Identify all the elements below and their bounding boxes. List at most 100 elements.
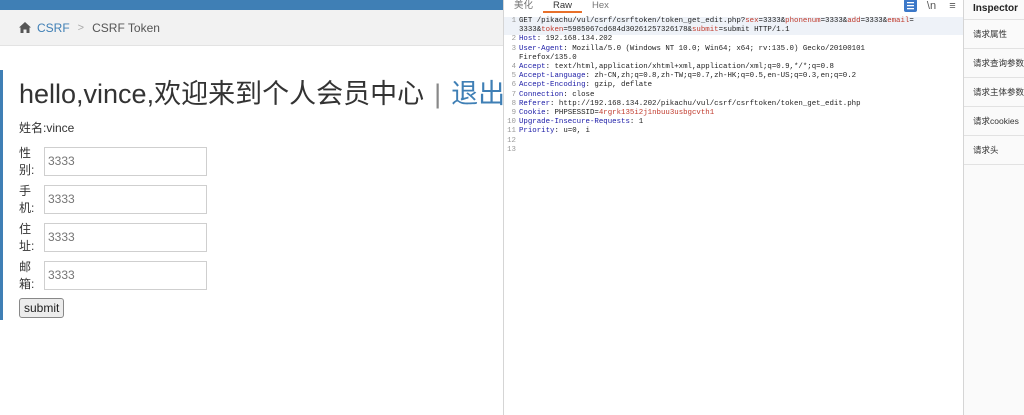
code-token: email xyxy=(887,17,910,25)
code-line: 6 Accept-Encoding: gzip, deflate xyxy=(504,81,963,90)
menu-icon[interactable]: ≡ xyxy=(946,0,959,12)
field-input[interactable] xyxy=(44,222,207,252)
line-number: 7 xyxy=(511,90,516,99)
code-token: Upgrade-Insecure-Requests xyxy=(519,118,630,127)
code-token: submit xyxy=(692,26,719,35)
name-display: 姓名:vince xyxy=(19,121,75,135)
line-text: User-Agent: Mozilla/5.0 (Windows NT 10.0… xyxy=(519,45,865,54)
line-number: 5 xyxy=(511,72,516,81)
form-field-row: 性别: xyxy=(19,146,503,177)
code-line: 2 Host: 192.168.134.202 xyxy=(504,35,963,44)
code-line: 4 Accept: text/html,application/xhtml+xml… xyxy=(504,63,963,72)
site-top-bar xyxy=(0,0,503,10)
inspector-section[interactable]: 请求头 xyxy=(964,136,1024,165)
code-token: =3333& xyxy=(860,17,888,25)
code-token: Connection xyxy=(519,90,564,99)
code-token: Cookie xyxy=(519,109,546,118)
code-token: Accept-Encoding xyxy=(519,81,586,90)
code-line: 11 Priority: u=0, i xyxy=(504,127,963,136)
edit-form: 性别: 手机: 住址: 邮箱: xyxy=(19,146,503,291)
field-input[interactable] xyxy=(44,146,207,176)
line-number: 3 xyxy=(511,44,516,53)
line-number xyxy=(504,54,519,63)
title-divider: | xyxy=(434,79,442,109)
breadcrumb-csrf-link[interactable]: CSRF xyxy=(37,21,70,35)
inspector-section[interactable]: 请求查询参数 xyxy=(964,49,1024,78)
line-text: 3333&token=5985067cd684d30261257326178&s… xyxy=(519,26,790,35)
line-text: Connection: close xyxy=(519,91,594,100)
code-token: : PHPSESSID= xyxy=(545,109,599,118)
code-token: Priority xyxy=(519,127,555,136)
line-number: 13 xyxy=(507,145,516,154)
chevron-right-icon: > xyxy=(77,21,85,34)
line-text: Host: 192.168.134.202 xyxy=(519,35,612,44)
code-token: 4rgrk135i2j1nbuu3usbgcvth1 xyxy=(598,109,715,118)
greeting-text: hello,vince,欢迎来到个人会员中心 xyxy=(19,79,425,109)
page-title: hello,vince,欢迎来到个人会员中心 | 退出 xyxy=(19,72,503,111)
field-label: 住址: xyxy=(19,222,35,253)
inspector-section[interactable]: 请求cookies xyxy=(964,107,1024,136)
breadcrumb: CSRF > CSRF Token xyxy=(0,10,503,46)
form-field-row: 住址: xyxy=(19,222,503,253)
line-number: 10 xyxy=(507,118,516,127)
field-label: 手机: xyxy=(19,184,35,215)
line-text: GET /pikachu/vul/csrf/csrftoken/token_ge… xyxy=(519,17,914,26)
code-line: 1 GET /pikachu/vul/csrf/csrftoken/token_g… xyxy=(504,17,963,27)
code-token: = xyxy=(909,17,914,25)
code-token: : gzip, deflate xyxy=(585,81,653,90)
code-token: phonenum xyxy=(785,17,821,25)
line-text: Accept-Encoding: gzip, deflate xyxy=(519,81,652,90)
member-center: hello,vince,欢迎来到个人会员中心 | 退出 姓名:vince 性别: 手机… xyxy=(0,72,503,318)
document-icon[interactable] xyxy=(904,0,917,12)
code-token: add xyxy=(847,17,861,25)
code-line: 3333&token=5985067cd684d30261257326178&s… xyxy=(504,26,963,36)
code-token: : Mozilla/5.0 (Windows NT 10.0; Win64; x… xyxy=(563,44,865,53)
code-token: Accept xyxy=(519,63,546,72)
home-icon[interactable] xyxy=(18,21,32,34)
left-accent-bar xyxy=(0,70,3,320)
field-label: 性别: xyxy=(19,146,35,177)
code-token: Accept-Language xyxy=(519,72,586,81)
code-token: =submit HTTP/1.1 xyxy=(718,26,790,35)
code-line: 7 Connection: close xyxy=(504,91,963,100)
field-input[interactable] xyxy=(44,184,207,214)
code-line: 12 xyxy=(504,137,963,146)
code-line: 5 Accept-Language: zh-CN,zh;q=0.8,zh-TW;q… xyxy=(504,72,963,81)
line-number: 6 xyxy=(511,81,516,90)
code-token: sex xyxy=(745,17,759,25)
line-text: Cookie: PHPSESSID=4rgrk135i2j1nbuu3usbgc… xyxy=(519,109,714,118)
code-token: : 1 xyxy=(629,118,644,127)
tab-raw[interactable]: Raw xyxy=(543,0,583,13)
webpage-panel: CSRF > CSRF Token hello,vince,欢迎来到个人会员中心… xyxy=(0,0,503,415)
code-line: 13 xyxy=(504,146,963,155)
logout-link[interactable]: 退出 xyxy=(451,79,503,109)
code-token: GET /pikachu/vul/csrf/csrftoken/token_ge… xyxy=(519,17,746,25)
inspector-section[interactable]: 请求属性 xyxy=(964,20,1024,49)
newline-toggle-icon[interactable]: \n xyxy=(925,0,938,12)
line-number: 1 xyxy=(511,17,516,25)
code-token: : zh-CN,zh;q=0.8,zh-TW;q=0.7,zh-HK;q=0.5… xyxy=(585,72,857,81)
editor-tab-bar: 美化 Raw Hex \n ≡ xyxy=(504,0,963,13)
field-input[interactable] xyxy=(44,260,207,290)
code-token: token xyxy=(541,26,564,35)
inspector-section[interactable]: 请求主体参数 xyxy=(964,78,1024,107)
request-editor: 美化 Raw Hex \n ≡ 1 GET /pikachu/vul/csrf/c… xyxy=(503,0,963,415)
form-field-row: 邮箱: xyxy=(19,260,503,291)
submit-button[interactable]: submit xyxy=(19,298,65,318)
line-text: Accept-Language: zh-CN,zh;q=0.8,zh-TW;q=… xyxy=(519,72,856,81)
code-line: 8 Referer: http://192.168.134.202/pikachu… xyxy=(504,100,963,109)
raw-request-text[interactable]: 1 GET /pikachu/vul/csrf/csrftoken/token_g… xyxy=(504,13,963,155)
code-token: 3333& xyxy=(519,26,542,35)
code-token: : 192.168.134.202 xyxy=(536,35,613,44)
code-line: 10 Upgrade-Insecure-Requests: 1 xyxy=(504,118,963,127)
code-token: Referer xyxy=(519,99,551,108)
line-text: Upgrade-Insecure-Requests: 1 xyxy=(519,118,643,127)
tab-hex[interactable]: Hex xyxy=(582,0,619,13)
editor-toolbar: \n ≡ xyxy=(904,0,959,12)
code-line: 9 Cookie: PHPSESSID=4rgrk135i2j1nbuu3usbg… xyxy=(504,109,963,118)
inspector-panel: Inspector 请求属性 请求查询参数 请求主体参数 请求cookies 请求头 xyxy=(963,0,1024,415)
line-number: 9 xyxy=(511,109,516,118)
tab-pretty[interactable]: 美化 xyxy=(504,0,543,13)
code-token: : u=0, i xyxy=(554,127,590,136)
line-text: Firefox/135.0 xyxy=(519,54,577,63)
